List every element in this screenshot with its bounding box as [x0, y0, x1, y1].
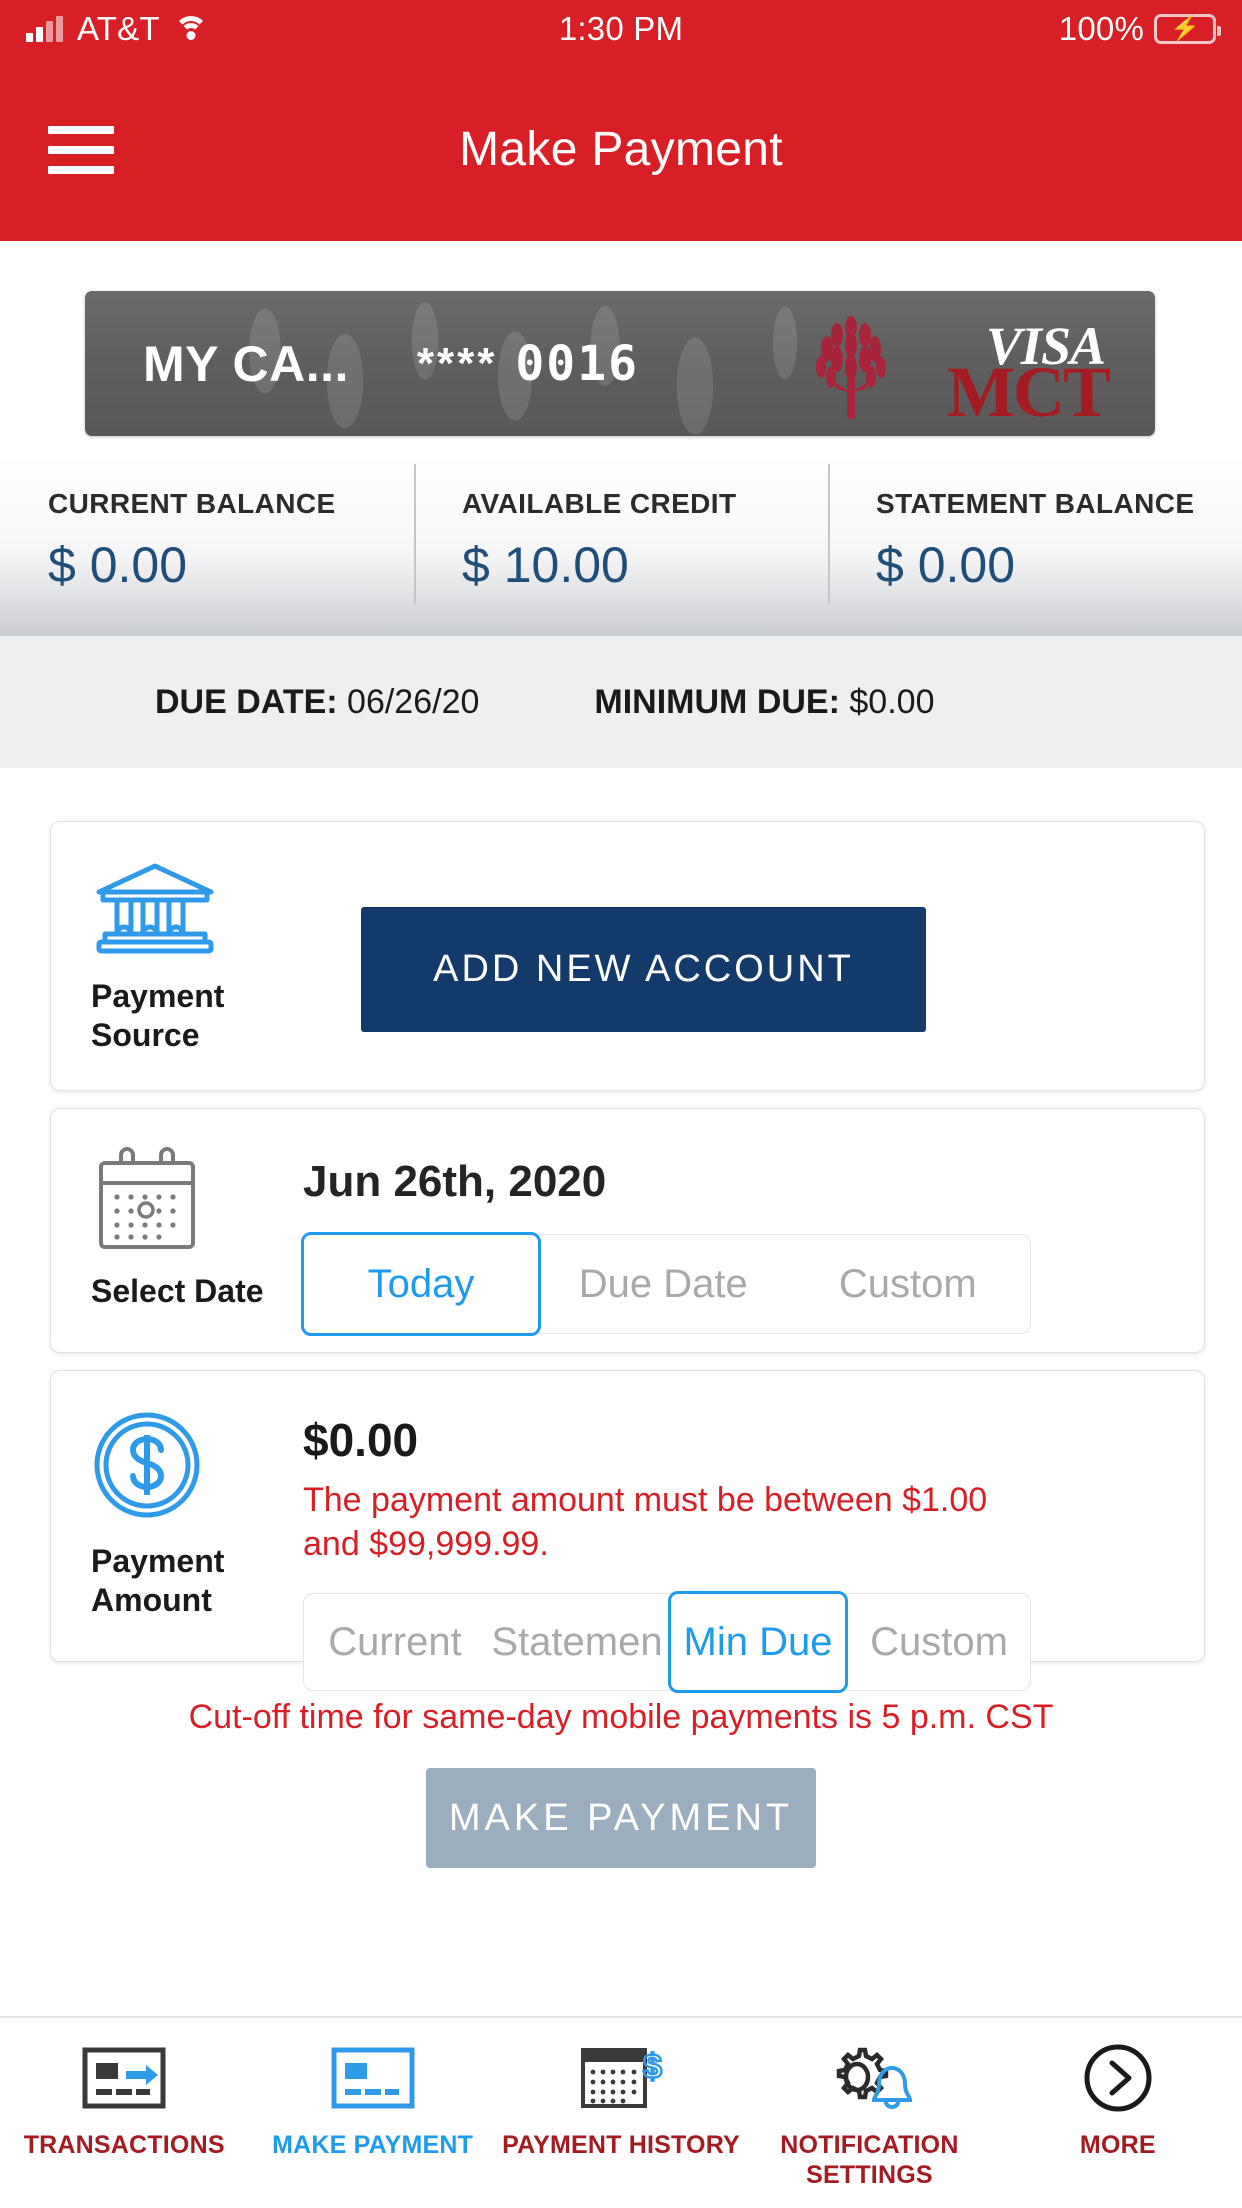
balance-current: CURRENT BALANCE $ 0.00 [0, 456, 414, 636]
selected-date-value: Jun 26th, 2020 [303, 1157, 607, 1206]
card-last-four: 0016 [515, 335, 639, 392]
due-summary-bar: DUE DATE: 06/26/20 MINIMUM DUE: $0.00 [0, 636, 1242, 768]
svg-text:$: $ [643, 2048, 662, 2086]
tab-payment-history[interactable]: $ PAYMENT HISTORY [497, 2040, 745, 2160]
payment-amount-icon-column: Payment Amount [91, 1409, 291, 1620]
payment-amount-error: The payment amount must be between $1.00… [303, 1481, 988, 1563]
minimum-due-label: MINIMUM DUE: [594, 682, 840, 721]
balance-value: $ 10.00 [462, 537, 629, 593]
select-date-icon-column: Select Date [91, 1147, 291, 1311]
status-bar-left: AT&T [26, 10, 208, 48]
date-option-custom[interactable]: Custom [786, 1235, 1031, 1333]
tab-make-payment[interactable]: MAKE PAYMENT [248, 2040, 496, 2160]
balance-summary: CURRENT BALANCE $ 0.00 AVAILABLE CREDIT … [0, 456, 1242, 636]
balance-label: STATEMENT BALANCE [876, 488, 1195, 519]
payment-amount-value: $0.00 [303, 1414, 419, 1466]
card-nickname: MY CA... [143, 335, 349, 392]
card-arrow-icon [82, 2040, 166, 2116]
battery-percent-label: 100% [1058, 10, 1144, 47]
tab-more[interactable]: MORE [994, 2040, 1242, 2160]
amount-option-custom[interactable]: Custom [848, 1594, 1030, 1690]
gear-bell-icon [824, 2040, 914, 2116]
card-blue-icon [331, 2040, 415, 2116]
due-date: DUE DATE: 06/26/20 [155, 683, 479, 722]
tab-label: NOTIFICATION SETTINGS [780, 2131, 959, 2189]
signal-bars-icon [26, 16, 63, 42]
card-mask-stars: **** [416, 338, 498, 388]
credit-card-banner[interactable]: MY CA... **** 0016 VISA MCT [85, 291, 1155, 436]
select-date-panel: Select Date Jun 26th, 2020 Today Due Dat… [50, 1108, 1205, 1353]
tab-notification-settings[interactable]: NOTIFICATION SETTINGS [745, 2040, 993, 2190]
select-date-label: Select Date [91, 1273, 264, 1309]
tab-label: PAYMENT HISTORY [502, 2131, 740, 2159]
amount-option-statement[interactable]: Statemen [486, 1594, 668, 1690]
card-network-logos: VISA MCT [899, 305, 1111, 432]
due-date-value: 06/26/20 [347, 682, 480, 721]
due-date-label: DUE DATE: [155, 682, 338, 721]
balance-label: AVAILABLE CREDIT [462, 488, 737, 519]
navigation-bar: Make Payment [0, 58, 1242, 241]
payment-source-icon-column: Payment Source [91, 860, 291, 1055]
add-new-account-button[interactable]: ADD NEW ACCOUNT [361, 907, 926, 1032]
payment-amount-panel: Payment Amount $0.00 The payment amount … [50, 1370, 1205, 1693]
amount-option-segmented-control: Current Statemen Min Due Custom [303, 1591, 1031, 1693]
carrier-label: AT&T [77, 10, 160, 47]
calendar-icon [91, 1147, 203, 1255]
tab-label: TRANSACTIONS [23, 2131, 225, 2159]
app-screen: AT&T 1:30 PM 100% ⚡ Make Payment MY CA..… [0, 0, 1242, 2208]
clock-label: 1:30 PM [558, 10, 684, 47]
minimum-due: MINIMUM DUE: $0.00 [594, 683, 934, 722]
bottom-tab-bar: TRANSACTIONS MAKE PAYMENT $ PAYMENT HIST… [0, 2016, 1242, 2208]
date-option-segmented-control: Today Due Date Custom [301, 1232, 1031, 1336]
tab-transactions[interactable]: TRANSACTIONS [0, 2040, 248, 2160]
dollar-coin-icon [91, 1412, 203, 1525]
make-payment-button[interactable]: MAKE PAYMENT [426, 1768, 816, 1868]
calendar-dollar-icon: $ [579, 2040, 663, 2116]
minimum-due-value: $0.00 [849, 682, 935, 721]
balance-label: CURRENT BALANCE [48, 488, 336, 519]
tab-label: MAKE PAYMENT [272, 2131, 474, 2159]
payment-amount-label: Payment Amount [91, 1543, 225, 1619]
cutoff-notice: Cut-off time for same-day mobile payment… [188, 1698, 1054, 1736]
card-logos: VISA MCT [807, 291, 1111, 436]
amount-option-current[interactable]: Current [304, 1594, 486, 1690]
wifi-icon [173, 16, 208, 42]
status-bar-right: 100% ⚡ [1058, 10, 1221, 48]
amount-option-min-due[interactable]: Min Due [668, 1591, 848, 1693]
card-number-mask: **** 0016 [417, 336, 639, 392]
bank-building-icon [91, 863, 219, 960]
balance-available-credit: AVAILABLE CREDIT $ 10.00 [414, 456, 828, 636]
mct-logo: MCT [947, 351, 1111, 432]
tree-logo-icon [807, 305, 895, 423]
payment-source-panel: Payment Source ADD NEW ACCOUNT [50, 821, 1205, 1091]
balance-value: $ 0.00 [48, 537, 188, 593]
balance-statement: STATEMENT BALANCE $ 0.00 [828, 456, 1242, 636]
status-bar: AT&T 1:30 PM 100% ⚡ [0, 0, 1242, 58]
payment-source-label: Payment Source [91, 978, 225, 1054]
balance-value: $ 0.00 [876, 537, 1016, 593]
chevron-right-circle-icon [1082, 2040, 1154, 2116]
date-option-today[interactable]: Today [301, 1232, 541, 1336]
page-title: Make Payment [459, 123, 783, 176]
tab-label: MORE [1079, 2131, 1156, 2159]
payment-form: Payment Source ADD NEW ACCOUNT Select Da… [0, 768, 1242, 2038]
battery-charging-icon: ⚡ [1154, 14, 1221, 44]
hamburger-menu-icon[interactable] [48, 125, 114, 174]
card-area: MY CA... **** 0016 VISA MCT [0, 241, 1242, 456]
date-option-due-date[interactable]: Due Date [541, 1235, 786, 1333]
